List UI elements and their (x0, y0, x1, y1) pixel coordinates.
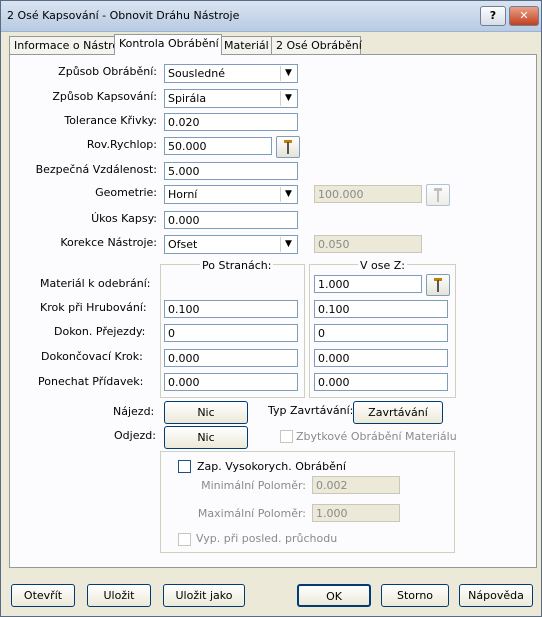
dialog-window: 2 Osé Kapsování - Obnovit Dráhu Nástroje… (0, 0, 542, 617)
max-polomer-input: 1.000 (312, 504, 400, 522)
zavrtavani-button[interactable]: Zavrtávání (353, 401, 443, 424)
tab-2-ose-obrabeni[interactable]: 2 Osé Obrábění (271, 36, 362, 55)
dokon-prejezdy-z-input[interactable]: 0 (314, 324, 448, 342)
close-button[interactable]: ✕ (509, 6, 539, 26)
typ-zavrtavani-label: Typ Zavrtávání: (268, 404, 354, 417)
zpusob-kapsovani-value: Spirála (168, 92, 207, 105)
tolerance-label: Tolerance Křivky: (64, 114, 157, 127)
chevron-down-icon[interactable]: ▼ (280, 237, 296, 252)
bezpecna-label: Bezpečná Vzdálenost: (35, 163, 157, 176)
geometrie-select[interactable]: Horní ▼ (164, 185, 298, 204)
material-pick-button[interactable] (426, 274, 450, 296)
geometrie-value: Horní (168, 188, 198, 201)
odjezd-label: Odjezd: (114, 429, 156, 442)
geometrie-pick-button (426, 184, 450, 206)
open-button[interactable]: Otevřít (11, 584, 75, 607)
chevron-down-icon[interactable]: ▼ (280, 66, 296, 81)
title-bar: 2 Osé Kapsování - Obnovit Dráhu Nástroje… (1, 1, 541, 32)
najezd-label: Nájezd: (113, 405, 155, 418)
zpusob-obrabeni-value: Sousledné (168, 67, 225, 80)
dokoncovaci-krok-label: Dokončovací Krok: (41, 350, 143, 363)
najezd-button[interactable]: Nic (164, 401, 248, 424)
rov-rychlop-input[interactable]: 50.000 (164, 137, 272, 155)
dokoncovaci-krok-z-input[interactable]: 0.000 (314, 349, 448, 367)
zpusob-kapsovani-label: Způsob Kapsování: (52, 90, 157, 103)
window-title: 2 Osé Kapsování - Obnovit Dráhu Nástroje (7, 9, 240, 22)
material-k-odebrani-label: Materiál k odebrání: (40, 277, 151, 290)
chevron-down-icon[interactable]: ▼ (280, 187, 296, 202)
tab-material[interactable]: Materiál (219, 36, 275, 55)
geometrie-label: Geometrie: (95, 186, 157, 199)
max-polomer-label: Maximální Poloměr: (197, 507, 306, 520)
krok-hrubovani-label: Krok při Hrubování: (40, 301, 147, 314)
korekce-label: Korekce Nástroje: (60, 236, 157, 249)
dokon-prejezdy-side-input[interactable]: 0 (164, 324, 298, 342)
high-speed-checkbox[interactable] (178, 460, 191, 473)
odjezd-button[interactable]: Nic (164, 426, 248, 449)
zpusob-obrabeni-label: Způsob Obrábění: (58, 65, 157, 78)
min-polomer-input: 0.002 (312, 476, 400, 494)
help-footer-button[interactable]: Nápověda (459, 584, 533, 607)
cancel-button[interactable]: Storno (381, 584, 449, 607)
material-z-input[interactable]: 1.000 (314, 275, 422, 293)
bezpecna-input[interactable]: 5.000 (164, 162, 298, 180)
help-button[interactable]: ? (480, 6, 506, 26)
chevron-down-icon[interactable]: ▼ (280, 91, 296, 106)
zpusob-kapsovani-select[interactable]: Spirála ▼ (164, 89, 298, 108)
rov-rychlop-pick-button[interactable] (276, 136, 300, 158)
ponechat-pridavek-z-input[interactable]: 0.000 (314, 373, 448, 391)
zbytkove-label: Zbytkové Obrábění Materiálu (296, 430, 457, 443)
zpusob-obrabeni-select[interactable]: Sousledné ▼ (164, 64, 298, 83)
ponechat-pridavek-side-input[interactable]: 0.000 (164, 373, 298, 391)
save-as-button[interactable]: Uložit jako (163, 584, 245, 607)
ukos-label: Úkos Kapsy: (91, 212, 157, 225)
korekce-select[interactable]: Ofset ▼ (164, 235, 298, 254)
ok-button[interactable]: OK (297, 584, 371, 607)
tolerance-input[interactable]: 0.020 (164, 113, 298, 131)
group-po-stranach-label: Po Stranách: (200, 259, 274, 272)
geometrie-height-input: 100.000 (314, 185, 422, 203)
korekce-value: Ofset (168, 238, 198, 251)
tab-informace-o-nastroji[interactable]: Informace o Nástroji (9, 36, 125, 55)
zbytkove-checkbox (280, 430, 293, 443)
dokon-prejezdy-label: Dokon. Přejezdy: (54, 325, 146, 338)
last-pass-checkbox (178, 533, 191, 546)
last-pass-label: Vyp. při posled. průchodu (196, 532, 338, 545)
ponechat-pridavek-label: Ponechat Přídavek: (38, 375, 144, 388)
rov-rychlop-label: Rov.Rychlop: (86, 138, 157, 151)
krok-hrubovani-z-input[interactable]: 0.100 (314, 300, 448, 318)
pin-stick (437, 190, 439, 202)
min-polomer-label: Minimální Poloměr: (201, 479, 306, 492)
pin-stick (287, 142, 289, 154)
group-v-ose-z-label: V ose Z: (358, 259, 407, 272)
tab-kontrola-obrabeni[interactable]: Kontrola Obrábění (114, 34, 222, 55)
korekce-offset-input: 0.050 (314, 235, 422, 253)
ukos-input[interactable]: 0.000 (164, 211, 298, 229)
pin-stick (437, 280, 439, 292)
save-button[interactable]: Uložit (87, 584, 151, 607)
krok-hrubovani-side-input[interactable]: 0.100 (164, 300, 298, 318)
high-speed-label: Zap. Vysokorych. Obrábění (197, 460, 346, 473)
tab-panel: Způsob Obrábění: Sousledné ▼ Způsob Kaps… (9, 54, 537, 568)
dokoncovaci-krok-side-input[interactable]: 0.000 (164, 349, 298, 367)
